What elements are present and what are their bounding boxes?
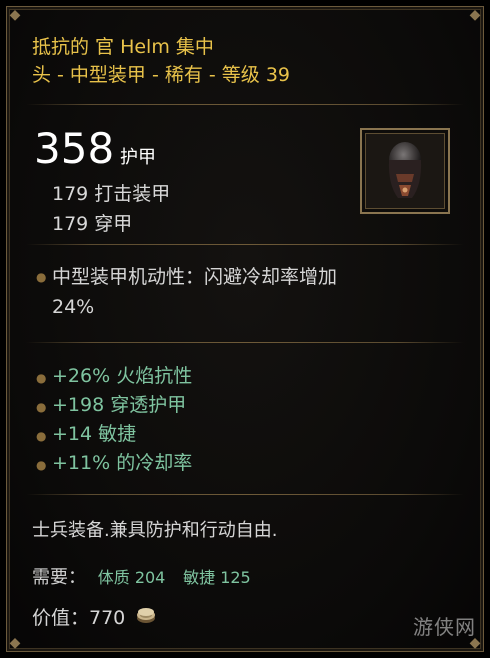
sub-stat: 179 打击装甲	[52, 183, 171, 205]
item-name: 抵抗的 官 Helm 集中	[32, 36, 214, 58]
gold-coin-icon	[135, 605, 157, 633]
frame-corner-ornament: ◆	[9, 7, 21, 23]
affix-line: +14 敏捷	[52, 423, 137, 445]
bullet-icon: ●	[36, 400, 47, 414]
divider	[26, 342, 464, 343]
armor-label: 护甲	[120, 147, 156, 168]
affix-line: +11% 的冷却率	[52, 452, 193, 474]
requirements: 需要： 体质 204 敏捷 125	[32, 565, 251, 591]
item-property: 中型装甲机动性：闪避冷却率增加	[52, 266, 338, 288]
affix-line: +26% 火焰抗性	[52, 365, 193, 387]
requirement-value: 敏捷 125	[183, 568, 251, 587]
divider	[26, 494, 464, 495]
item-type-line: 头 - 中型装甲 - 稀有 - 等级 39	[32, 64, 291, 86]
helm-icon	[360, 128, 450, 214]
value-label: 价值：770	[32, 607, 126, 629]
frame-corner-ornament: ◆	[9, 635, 21, 651]
item-tooltip: ◆ ◆ ◆ ◆	[6, 6, 484, 652]
armor-value: 358	[34, 124, 115, 173]
item-property-value: 24%	[52, 296, 95, 318]
bullet-icon: ●	[36, 429, 47, 443]
affix-line: +198 穿透护甲	[52, 394, 187, 416]
requirements-label: 需要：	[32, 567, 86, 588]
sub-stat: 179 穿甲	[52, 213, 133, 235]
frame-corner-ornament: ◆	[469, 7, 481, 23]
flavor-text: 士兵装备.兼具防护和行动自由.	[32, 520, 278, 541]
watermark: 游侠网	[413, 615, 476, 639]
item-value: 价值：770	[32, 604, 157, 633]
requirement-value: 体质 204	[97, 568, 166, 587]
bullet-icon: ●	[36, 458, 47, 472]
divider	[26, 244, 464, 245]
bullet-icon: ●	[36, 371, 47, 385]
divider	[26, 104, 464, 105]
bullet-icon: ●	[36, 270, 47, 284]
